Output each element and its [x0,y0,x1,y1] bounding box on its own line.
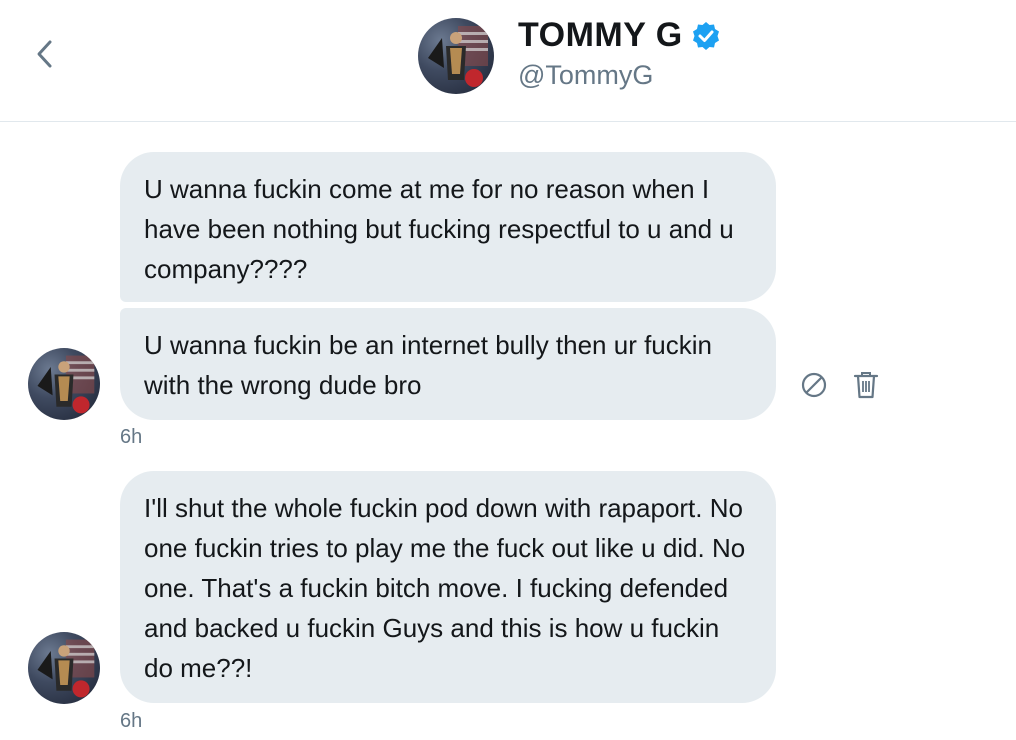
display-name: TOMMY G [518,16,721,55]
chevron-left-icon [37,40,52,68]
report-button[interactable] [800,370,828,400]
sender-avatar[interactable] [28,632,100,704]
back-button[interactable] [30,36,60,72]
conversation-header: TOMMY G @TommyG [0,0,1016,122]
display-name-text: TOMMY G [518,16,683,54]
message-bubble[interactable]: I'll shut the whole fuckin pod down with… [120,471,776,703]
message-text: U wanna fuckin be an internet bully then… [144,330,713,400]
message-actions [800,370,880,400]
avatar-image [37,639,95,698]
message-bubble[interactable]: U wanna fuckin come at me for no reason … [120,152,776,302]
avatar[interactable] [418,18,494,94]
message-text: U wanna fuckin come at me for no reason … [144,174,734,284]
verified-badge-icon [691,21,721,51]
delete-button[interactable] [852,370,880,400]
user-handle[interactable]: @TommyG [518,60,653,91]
message-bubble[interactable]: U wanna fuckin be an internet bully then… [120,308,776,420]
message-timestamp: 6h [120,710,143,732]
avatar-image [428,26,488,87]
message-text: I'll shut the whole fuckin pod down with… [144,493,746,683]
sender-avatar[interactable] [28,348,100,420]
block-icon [801,372,827,398]
trash-icon [853,372,879,399]
message-timestamp: 6h [120,426,143,448]
avatar-image [37,355,95,414]
